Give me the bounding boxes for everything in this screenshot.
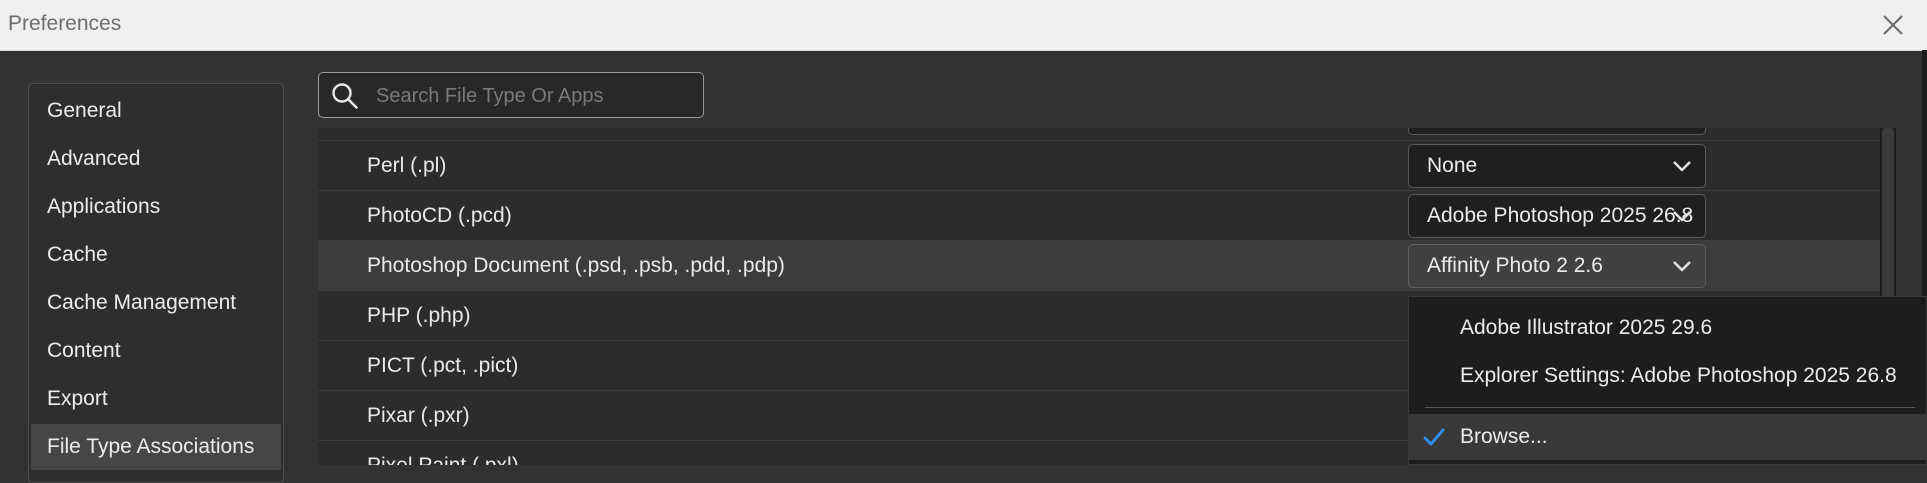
search-input[interactable] — [374, 79, 688, 113]
sidebar-item-content[interactable]: Content — [31, 328, 281, 374]
table-row: Perl (.pl) None — [318, 141, 1893, 191]
menu-item-label: Browse... — [1460, 425, 1548, 448]
title-bar: Preferences — [0, 0, 1927, 51]
chevron-down-icon — [1673, 261, 1691, 272]
app-dropdown[interactable]: Adobe Photoshop 2025 26.8 — [1408, 194, 1706, 238]
dropdown-value: None — [1427, 154, 1478, 177]
sidebar-item-cache[interactable]: Cache — [31, 232, 281, 278]
chevron-down-icon — [1673, 161, 1691, 172]
window-title: Preferences — [8, 12, 122, 35]
file-type-label: Pixar (.pxr) — [367, 404, 470, 427]
table-row — [318, 128, 1893, 141]
file-type-label: PhotoCD (.pcd) — [367, 204, 512, 227]
sidebar-item-applications[interactable]: Applications — [31, 184, 281, 230]
app-dropdown-menu: Adobe Illustrator 2025 29.6 Explorer Set… — [1408, 296, 1927, 465]
checkmark-icon — [1423, 428, 1445, 446]
menu-item-browse[interactable]: Browse... — [1409, 414, 1927, 460]
menu-divider — [1425, 407, 1915, 408]
table-row: PhotoCD (.pcd) Adobe Photoshop 2025 26.8 — [318, 191, 1893, 241]
app-dropdown[interactable]: Affinity Photo 2 2.6 — [1408, 244, 1706, 288]
app-dropdown[interactable]: None — [1408, 144, 1706, 188]
dropdown-value: Affinity Photo 2 2.6 — [1427, 254, 1603, 277]
app-dropdown[interactable] — [1408, 128, 1706, 135]
dropdown-value: Adobe Photoshop 2025 26.8 — [1427, 204, 1694, 227]
preferences-sidebar: General Advanced Applications Cache Cach… — [28, 83, 284, 483]
sidebar-item-general[interactable]: General — [31, 88, 281, 134]
menu-item-explorer-settings[interactable]: Explorer Settings: Adobe Photoshop 2025 … — [1409, 353, 1927, 399]
file-type-label: Pixel Paint (.pxl) — [367, 441, 519, 465]
sidebar-item-cache-management[interactable]: Cache Management — [31, 280, 281, 326]
file-type-label: Photoshop Document (.psd, .psb, .pdd, .p… — [367, 254, 785, 277]
chevron-down-icon — [1673, 211, 1691, 222]
sidebar-item-advanced[interactable]: Advanced — [31, 136, 281, 182]
search-box[interactable] — [318, 72, 704, 118]
close-icon — [1883, 15, 1903, 35]
sidebar-item-export[interactable]: Export — [31, 376, 281, 422]
table-row: Photoshop Document (.psd, .psb, .pdd, .p… — [318, 241, 1893, 291]
sidebar-item-file-type-associations[interactable]: File Type Associations — [31, 424, 281, 470]
menu-item-label: Adobe Illustrator 2025 29.6 — [1460, 316, 1713, 339]
menu-item-adobe-illustrator[interactable]: Adobe Illustrator 2025 29.6 — [1409, 305, 1927, 351]
file-type-label: Perl (.pl) — [367, 154, 447, 177]
menu-item-label: Explorer Settings: Adobe Photoshop 2025 … — [1460, 364, 1897, 387]
search-icon — [332, 83, 358, 109]
close-button[interactable] — [1876, 8, 1910, 42]
file-type-label: PHP (.php) — [367, 304, 471, 327]
file-type-label: PICT (.pct, .pict) — [367, 354, 519, 377]
